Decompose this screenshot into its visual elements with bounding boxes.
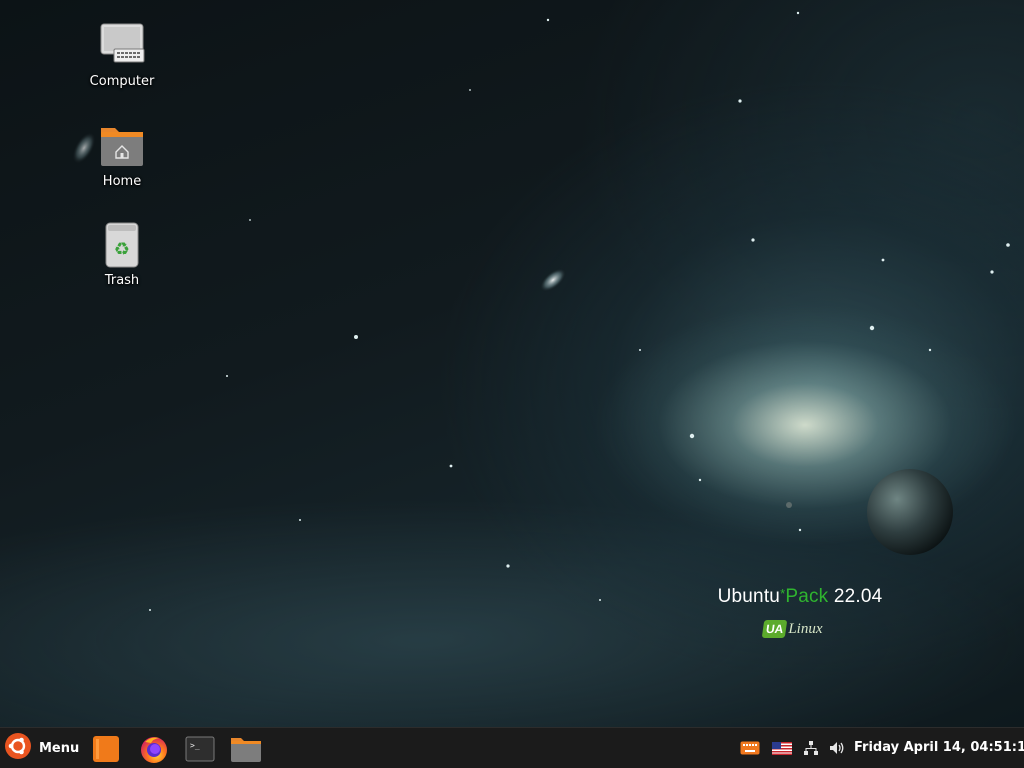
tray-network[interactable] [801,738,821,758]
computer-icon [98,22,146,70]
tray-volume[interactable] [828,738,846,758]
wallpaper [72,11,1010,611]
terminal-icon: >_ [185,736,215,762]
volume-icon [830,742,844,754]
brand-version-text: 22.04 [833,586,883,607]
tray-keyboard-layout[interactable] [771,738,793,758]
launcher-files-orange[interactable] [90,734,122,764]
desktop-icon-label: Home [102,174,142,189]
ualinux-text: Linux [788,620,823,637]
wallpaper-brand-title: Ubuntu*Pack 22.04 [700,586,900,608]
ualinux-logo: UA Linux [761,618,823,640]
taskbar: Menu >_ Friday April 14, 04:51:19 [0,727,1024,768]
us-flag-icon [772,741,792,755]
launcher-firefox[interactable] [138,734,170,764]
ubuntu-logo-icon [4,732,32,764]
small-galaxy [539,268,567,292]
launcher-terminal[interactable]: >_ [184,734,216,764]
desktop-icon-computer[interactable]: Computer [77,22,167,89]
desktop-icon-label: Computer [89,74,155,89]
desktop-icon-home[interactable]: Home [77,122,167,189]
desktop-icon-trash[interactable]: ♻ Trash [77,221,167,288]
svg-text:>_: >_ [190,741,200,750]
menu-button[interactable]: Menu [4,732,80,764]
ualinux-badge: UA [761,620,788,638]
desktop-icon-label: Trash [104,273,140,288]
brand-accent-text: Pack [785,586,829,607]
file-manager-icon [231,738,261,762]
clock[interactable]: Friday April 14, 04:51:19 [854,740,1024,755]
tray-keyboard[interactable] [739,738,761,758]
network-icon [804,741,818,755]
trash-icon: ♻ [98,221,146,269]
files-orange-icon [93,736,119,762]
brand-main-text: Ubuntu [717,586,781,607]
keyboard-icon [740,741,760,755]
svg-text:♻: ♻ [114,239,130,260]
launcher-file-manager[interactable] [230,734,262,764]
home-folder-icon [98,122,146,170]
menu-label: Menu [39,740,80,756]
firefox-icon [141,737,167,763]
planet [786,469,953,555]
